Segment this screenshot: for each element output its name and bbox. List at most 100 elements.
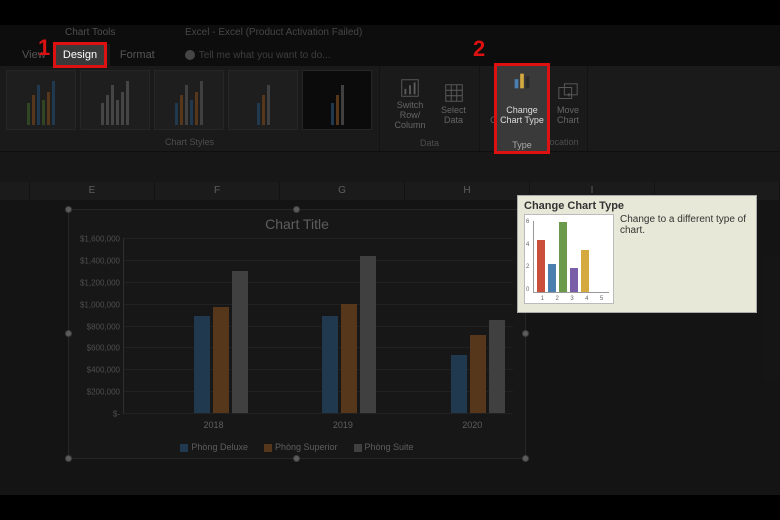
resize-handle[interactable] [65,206,72,213]
group-label-location: Location [542,137,581,149]
col-header[interactable]: G [280,182,405,200]
excel-window: Chart Tools Excel - Excel (Product Activ… [0,25,780,495]
grid-line: $1,000,000 [124,304,513,305]
bar-cluster [194,271,248,413]
grid-line: $1,600,000 [124,238,513,239]
chart-style-thumb[interactable] [6,70,76,130]
resize-handle[interactable] [522,455,529,462]
chart-tools-label: Chart Tools [65,27,115,38]
group-chart-styles: Chart Styles [0,66,380,151]
tooltip-thumbnail: 6 4 2 0 1 2 3 4 5 [524,214,614,304]
callout-number-1: 1 [38,35,50,61]
change-chart-type-tooltip: Change Chart Type 6 4 2 0 1 2 3 4 5 Change to a… [517,195,757,313]
switch-row-column-icon [399,77,421,99]
y-tick-label: $1,400,000 [80,256,120,265]
col-header[interactable]: H [405,182,530,200]
tab-format[interactable]: Format [110,44,165,66]
mini-bar [548,264,556,292]
legend-item[interactable]: Phòng Suite [354,442,414,452]
switch-row-column-button[interactable]: Switch Row/ Column [386,70,434,138]
group-data: Switch Row/ Column Select Data Data [380,66,480,151]
mini-x-tick: 4 [585,296,588,302]
bar-cluster [451,320,505,413]
group-label-chart-styles: Chart Styles [6,137,373,149]
y-tick-label: $- [113,410,120,419]
select-data-label: Select Data [441,106,466,126]
select-data-button[interactable]: Select Data [434,70,473,138]
change-chart-type-spotlight[interactable]: Change Chart Type Type [497,66,547,152]
chart-bar[interactable] [470,335,486,413]
tell-me-search[interactable]: Tell me what you want to do... [185,50,331,61]
y-tick-label: $1,000,000 [80,300,120,309]
mini-x-tick: 1 [541,296,544,302]
y-tick-label: $800,000 [87,322,120,331]
y-tick-label: $400,000 [87,366,120,375]
y-tick-label: $1,600,000 [80,235,120,244]
chart-style-thumb[interactable] [154,70,224,130]
tooltip-title: Change Chart Type [524,200,750,212]
lightbulb-icon [185,50,195,60]
y-tick-label: $200,000 [87,388,120,397]
grid-line: $- [124,413,513,414]
chart-bar[interactable] [451,355,467,413]
mini-bar [581,250,589,292]
tell-me-placeholder: Tell me what you want to do... [199,50,331,61]
chart-bar[interactable] [341,304,357,413]
plot-area[interactable]: $1,600,000 $1,400,000 $1,200,000 $1,000,000… [123,238,513,414]
mini-bar [559,222,567,292]
mini-x-tick: 3 [570,296,573,302]
col-header[interactable]: E [30,182,155,200]
bar-cluster [322,256,376,413]
window-title: Excel - Excel (Product Activation Failed… [185,27,362,38]
chart-style-thumb[interactable] [80,70,150,130]
callout-number-2: 2 [473,36,485,62]
legend-item[interactable]: Phòng Superior [264,442,338,452]
mini-y-tick: 0 [526,287,529,293]
legend-swatch [264,444,272,452]
legend-item[interactable]: Phòng Deluxe [180,442,248,452]
mini-y-tick: 6 [526,219,529,225]
grid-line: $1,400,000 [124,260,513,261]
chart-bar[interactable] [322,316,338,413]
move-chart-label: Move Chart [557,106,579,126]
chart-bar[interactable] [232,271,248,413]
chart-bar[interactable] [213,307,229,413]
resize-handle[interactable] [522,330,529,337]
chart-title[interactable]: Chart Title [69,210,525,238]
chart-style-thumb[interactable] [228,70,298,130]
resize-handle[interactable] [65,455,72,462]
chart-bar[interactable] [360,256,376,413]
tooltip-desc: Change to a different type of chart. [620,214,750,304]
move-chart-button[interactable]: Move Chart [542,70,594,137]
switch-row-column-label: Switch Row/ Column [386,101,434,131]
mini-y-tick: 4 [526,242,529,248]
chart-bar[interactable] [489,320,505,413]
chart-legend[interactable]: Phòng Deluxe Phòng Superior Phòng Suite [69,442,525,452]
chart-bar[interactable] [194,316,210,413]
x-tick-label: 2020 [442,420,502,430]
resize-handle[interactable] [293,455,300,462]
ribbon-tabs: View Design Format Tell me what you want… [0,44,780,66]
y-tick-label: $1,200,000 [80,278,120,287]
embedded-chart[interactable]: Chart Title $1,600,000 $1,400,000 $1,200,0… [68,209,526,459]
mini-x-tick: 2 [556,296,559,302]
mini-bar [570,268,578,292]
select-data-icon [443,82,465,104]
legend-swatch [354,444,362,452]
resize-handle[interactable] [65,330,72,337]
mini-bar [537,240,545,292]
legend-swatch [180,444,188,452]
mini-y-tick: 2 [526,264,529,270]
resize-handle[interactable] [293,206,300,213]
grid-line: $1,200,000 [124,282,513,283]
tab-design-spotlight[interactable]: Design [55,44,105,66]
chart-styles-gallery[interactable] [6,70,373,130]
chart-style-thumb[interactable] [302,70,372,130]
move-chart-icon [557,82,579,104]
titlebar: Chart Tools Excel - Excel (Product Activ… [0,25,780,44]
ribbon: Chart Styles Switch Row/ Column Selec [0,66,780,152]
col-header[interactable]: F [155,182,280,200]
y-tick-label: $600,000 [87,344,120,353]
mini-x-tick: 5 [600,296,603,302]
x-tick-label: 2018 [184,420,244,430]
